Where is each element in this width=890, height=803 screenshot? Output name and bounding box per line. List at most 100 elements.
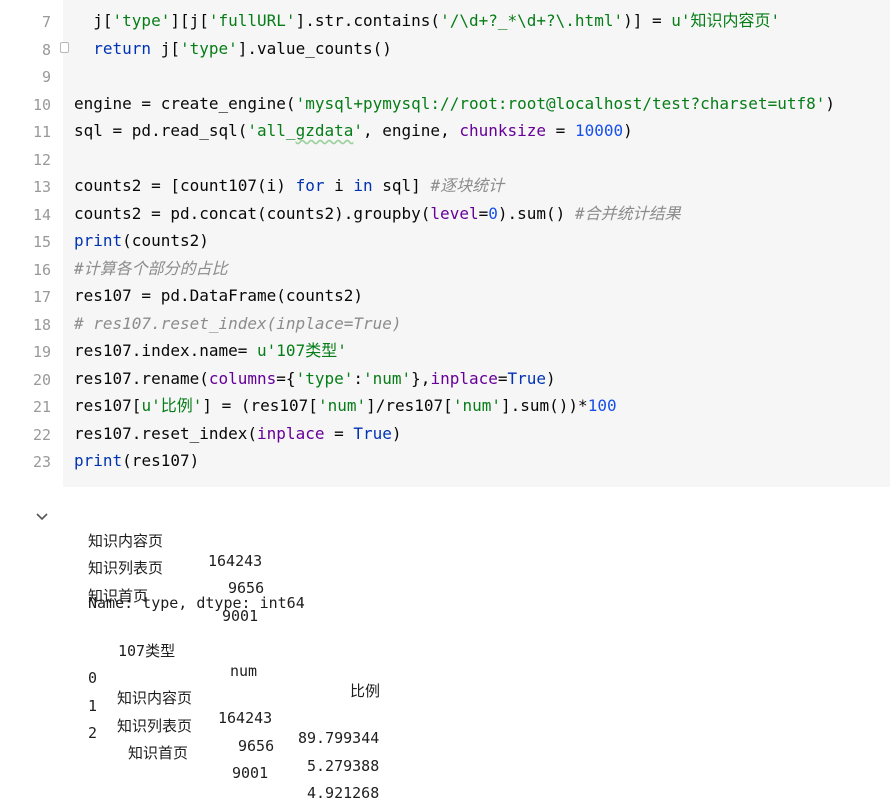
code-token: #计算各个部分的占比 <box>74 259 228 278</box>
df-row-type: 知识首页 <box>128 744 189 762</box>
code-token: in <box>353 176 373 195</box>
df-row-ratio: 4.921268 <box>307 784 380 802</box>
code-token: True <box>353 424 392 443</box>
code-token: = <box>324 424 354 443</box>
code-token: ' <box>353 121 363 140</box>
code-line: res107.reset_index(inplace = True) <box>74 424 402 444</box>
code-token: print <box>74 451 123 470</box>
code-token: ].sum())* <box>500 396 588 415</box>
series-value: 164243 <box>208 552 263 570</box>
code-token: chunksize <box>459 121 547 140</box>
line-number: 22 <box>32 426 51 444</box>
code-token: }, <box>411 369 431 388</box>
code-token: ][j[ <box>170 11 209 30</box>
code-token: 'mysql+pymysql://root:root@localhost/tes… <box>295 94 826 113</box>
line-number: 11 <box>32 123 51 141</box>
code-line: sql = pd.read_sql('all_gzdata', engine, … <box>74 121 633 141</box>
line-number: 12 <box>32 151 51 169</box>
code-token: counts2 = [count107(i) <box>74 176 296 195</box>
code-editor[interactable]: 7 8 9 10 11 12 13 14 15 16 17 18 19 20 21 22 23 j['type'… <box>0 0 890 487</box>
code-token: = <box>546 121 575 140</box>
code-token: res107.rename( <box>74 369 209 388</box>
df-col-num: num <box>230 662 258 680</box>
code-token: (res107) <box>122 451 200 470</box>
dataframe-row: 2 知识首页 9001 4.921268 <box>88 703 379 803</box>
code-token: : <box>353 369 363 388</box>
code-token: 'fullURL' <box>208 11 296 30</box>
code-token: 'num' <box>363 369 412 388</box>
code-line: print(counts2) <box>74 231 209 251</box>
line-number: 17 <box>32 288 51 306</box>
code-token: u'知识内容页' <box>671 11 781 30</box>
line-number: 21 <box>32 398 51 416</box>
code-token: j[ <box>151 39 180 58</box>
line-number: 23 <box>32 453 51 471</box>
code-token: '/\d+?_*\d+?\.html' <box>440 11 624 30</box>
code-token: counts2 = pd.concat(counts2).groupby( <box>74 204 431 223</box>
df-row-type: 知识列表页 <box>117 717 193 735</box>
code-token: for <box>295 176 325 195</box>
code-token: ) <box>546 369 556 388</box>
line-number: 18 <box>32 316 51 334</box>
code-token: #合并统计结果 <box>574 204 681 223</box>
code-token: ) <box>825 94 836 113</box>
code-line: res107.rename(columns={'type':'num'},inp… <box>74 369 556 389</box>
df-row-num: 164243 <box>218 709 273 727</box>
chevron-down-icon[interactable] <box>36 512 48 522</box>
df-row-index: 2 <box>88 724 98 742</box>
line-number: 10 <box>32 96 51 114</box>
code-token: 'type' <box>295 369 354 388</box>
code-line: return j['type'].value_counts() <box>74 39 392 59</box>
code-token: 'type' <box>179 39 238 58</box>
code-line: res107 = pd.DataFrame(counts2) <box>74 286 363 306</box>
df-col-ratio: 比例 <box>350 682 381 700</box>
code-token: u'比例' <box>141 396 203 415</box>
code-token: 'num' <box>317 396 367 415</box>
line-number: 7 <box>41 13 51 31</box>
code-token: # res107.reset_index(inplace=True) <box>74 314 402 333</box>
line-number: 13 <box>32 178 51 196</box>
code-token: 0 <box>488 204 498 223</box>
code-token: )] = <box>623 11 672 30</box>
df-row-num: 9656 <box>238 737 275 755</box>
code-token: #逐块统计 <box>430 176 505 195</box>
code-token: j[ <box>74 11 113 30</box>
code-token: 10000 <box>574 121 624 140</box>
code-token: ={ <box>276 369 296 388</box>
code-token: = <box>478 204 489 223</box>
line-number: 9 <box>41 68 51 86</box>
code-line: engine = create_engine('mysql+pymysql://… <box>74 94 835 114</box>
fold-marker-icon[interactable] <box>60 42 69 53</box>
line-number: 19 <box>32 343 51 361</box>
line-number-gutter: 7 8 9 10 11 12 13 14 15 16 17 18 19 20 21 22 23 <box>0 0 63 487</box>
code-line: #计算各个部分的占比 <box>74 259 228 279</box>
code-token: inplace <box>430 369 498 388</box>
code-token: True <box>507 369 547 388</box>
code-token: res107.reset_index( <box>74 424 258 443</box>
df-row-ratio: 89.799344 <box>298 729 380 747</box>
line-number: 8 <box>41 41 51 59</box>
code-token: 'num' <box>452 396 501 415</box>
code-token: i <box>324 176 354 195</box>
df-row-num: 9001 <box>232 764 269 782</box>
code-token: engine = create_engine( <box>74 94 296 113</box>
code-token: ] = (res107[ <box>202 396 318 415</box>
code-token: 100 <box>587 396 617 415</box>
df-row-ratio: 5.279388 <box>307 757 380 775</box>
code-token: return <box>93 39 152 58</box>
code-token: res107[ <box>74 396 142 415</box>
code-token: (counts2) <box>122 231 209 250</box>
code-line: counts2 = pd.concat(counts2).groupby(lev… <box>74 204 681 224</box>
code-token: u'107类型' <box>257 341 347 360</box>
code-token: 'all_ <box>247 121 296 140</box>
line-number: 15 <box>32 233 51 251</box>
code-line: j['type'][j['fullURL'].str.contains('/\d… <box>74 11 780 31</box>
code-line: print(res107) <box>74 451 199 471</box>
code-token: ) <box>391 424 402 443</box>
code-line: res107.index.name= u'107类型' <box>74 341 347 361</box>
code-token: res107 = pd.DataFrame(counts2) <box>74 286 363 305</box>
code-token: ]/res107[ <box>366 396 453 415</box>
code-token: inplace <box>257 424 325 443</box>
df-index-name: 107类型 <box>118 642 176 660</box>
